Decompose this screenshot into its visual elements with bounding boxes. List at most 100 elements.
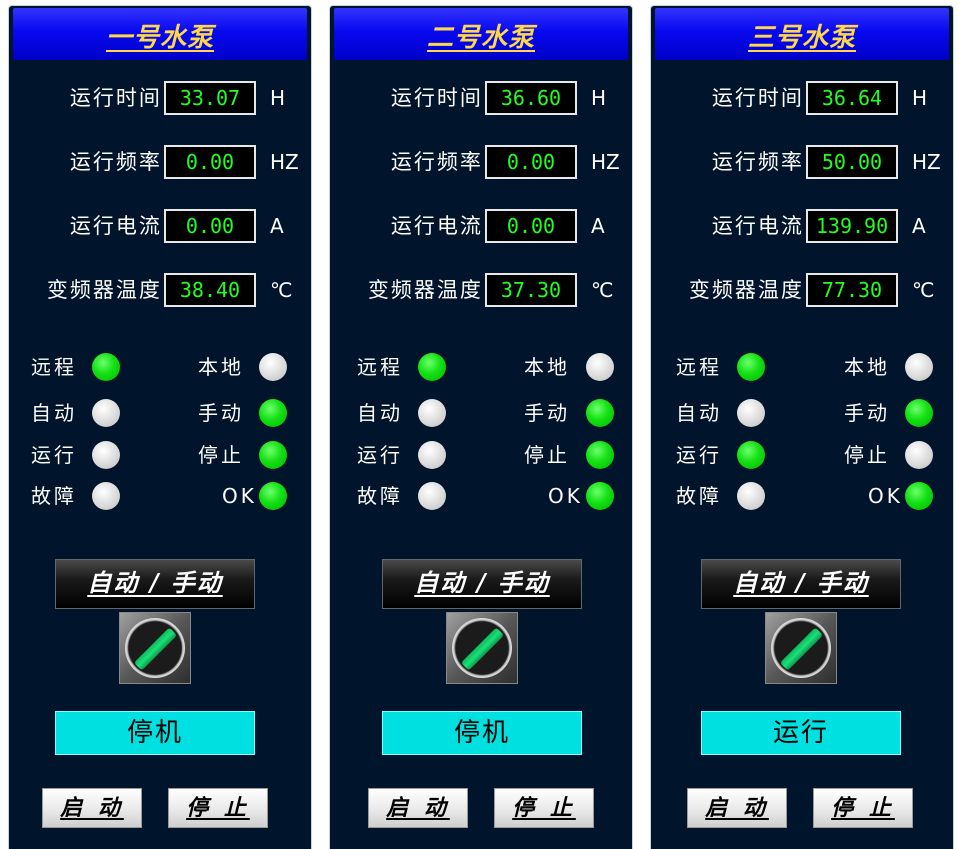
current-label: 运行电流: <box>390 214 492 238</box>
inverter-temp-value: 77.30 <box>806 273 898 307</box>
inverter-temp-unit: ℃ <box>270 278 293 302</box>
pump-panel-3: 三号水泵 运行时间: 36.64 H 运行频率: 50.00 HZ 运行电流: … <box>650 5 954 849</box>
local-lamp <box>259 353 287 381</box>
auto-manual-plate: 自动 / 手动 <box>701 559 901 609</box>
ok-label: OK <box>548 484 583 508</box>
current-value: 139.90 <box>806 209 898 243</box>
remote-lamp <box>737 353 765 381</box>
frequency-label: 运行频率: <box>711 150 813 174</box>
auto-label: 自动 <box>357 401 403 425</box>
fault-lamp <box>418 482 446 510</box>
inverter-temp-label: 变频器温度: <box>688 278 813 302</box>
runtime-label: 运行时间: <box>390 86 492 110</box>
current-value: 0.00 <box>164 209 256 243</box>
auto-manual-switch[interactable] <box>119 612 191 684</box>
manual-lamp <box>586 399 614 427</box>
inverter-temp-label: 变频器温度: <box>367 278 492 302</box>
start-button[interactable]: 启 动 <box>368 788 468 828</box>
stop-button[interactable]: 停 止 <box>494 788 594 828</box>
panel-header: 一号水泵 <box>13 8 307 60</box>
running-lamp <box>737 441 765 469</box>
runtime-unit: H <box>912 86 928 110</box>
runtime-label: 运行时间: <box>711 86 813 110</box>
stopped-label: 停止 <box>524 443 570 467</box>
runtime-unit: H <box>591 86 607 110</box>
inverter-temp-unit: ℃ <box>912 278 935 302</box>
running-label: 运行 <box>31 443 77 467</box>
selector-switch-icon <box>771 618 831 678</box>
fault-lamp <box>737 482 765 510</box>
frequency-value: 0.00 <box>485 145 577 179</box>
fault-label: 故障 <box>31 484 77 508</box>
panel-title: 三号水泵 <box>747 23 856 53</box>
current-unit: A <box>912 214 926 238</box>
remote-lamp <box>92 353 120 381</box>
switch-handle <box>779 627 824 671</box>
current-label: 运行电流: <box>711 214 813 238</box>
frequency-unit: HZ <box>912 150 941 174</box>
manual-lamp <box>259 399 287 427</box>
stopped-label: 停止 <box>844 443 890 467</box>
panel-header: 三号水泵 <box>655 8 949 60</box>
running-lamp <box>418 441 446 469</box>
stopped-lamp <box>586 441 614 469</box>
fault-label: 故障 <box>676 484 722 508</box>
status-display: 停机 <box>55 711 255 755</box>
panel-header: 二号水泵 <box>334 8 628 60</box>
auto-manual-plate: 自动 / 手动 <box>382 559 582 609</box>
auto-lamp <box>737 399 765 427</box>
selector-switch-icon <box>452 618 512 678</box>
panel-title: 二号水泵 <box>426 23 535 53</box>
runtime-label: 运行时间: <box>69 86 171 110</box>
pump-panel-2: 二号水泵 运行时间: 36.60 H 运行频率: 0.00 HZ 运行电流: 0… <box>329 5 633 849</box>
remote-label: 远程 <box>31 355 77 379</box>
current-label: 运行电流: <box>69 214 171 238</box>
ok-lamp <box>259 482 287 510</box>
manual-lamp <box>905 399 933 427</box>
stop-button[interactable]: 停 止 <box>168 788 268 828</box>
manual-label: 手动 <box>198 401 244 425</box>
auto-label: 自动 <box>676 401 722 425</box>
selector-switch-icon <box>125 618 185 678</box>
remote-lamp <box>418 353 446 381</box>
pump-panel-1: 一号水泵 运行时间: 33.07 H 运行频率: 0.00 HZ 运行电流: 0… <box>8 5 312 849</box>
local-label: 本地 <box>844 355 890 379</box>
auto-manual-switch[interactable] <box>446 612 518 684</box>
frequency-value: 50.00 <box>806 145 898 179</box>
panel-title: 一号水泵 <box>105 23 214 53</box>
stopped-lamp <box>905 441 933 469</box>
running-label: 运行 <box>357 443 403 467</box>
ok-lamp <box>586 482 614 510</box>
runtime-value: 36.60 <box>485 81 577 115</box>
frequency-label: 运行频率: <box>69 150 171 174</box>
switch-handle <box>460 627 505 671</box>
ok-label: OK <box>868 484 903 508</box>
stopped-lamp <box>259 441 287 469</box>
runtime-value: 36.64 <box>806 81 898 115</box>
inverter-temp-label: 变频器温度: <box>46 278 171 302</box>
frequency-label: 运行频率: <box>390 150 492 174</box>
local-label: 本地 <box>524 355 570 379</box>
start-button[interactable]: 启 动 <box>42 788 142 828</box>
stop-button[interactable]: 停 止 <box>813 788 913 828</box>
remote-label: 远程 <box>357 355 403 379</box>
ok-label: OK <box>222 484 257 508</box>
auto-manual-switch[interactable] <box>765 612 837 684</box>
local-lamp <box>905 353 933 381</box>
switch-handle <box>133 627 178 671</box>
manual-label: 手动 <box>524 401 570 425</box>
status-display: 运行 <box>701 711 901 755</box>
frequency-unit: HZ <box>270 150 299 174</box>
start-button[interactable]: 启 动 <box>687 788 787 828</box>
local-lamp <box>586 353 614 381</box>
running-lamp <box>92 441 120 469</box>
local-label: 本地 <box>198 355 244 379</box>
current-unit: A <box>270 214 284 238</box>
inverter-temp-value: 38.40 <box>164 273 256 307</box>
status-display: 停机 <box>382 711 582 755</box>
ok-lamp <box>905 482 933 510</box>
current-value: 0.00 <box>485 209 577 243</box>
fault-lamp <box>92 482 120 510</box>
auto-lamp <box>92 399 120 427</box>
fault-label: 故障 <box>357 484 403 508</box>
